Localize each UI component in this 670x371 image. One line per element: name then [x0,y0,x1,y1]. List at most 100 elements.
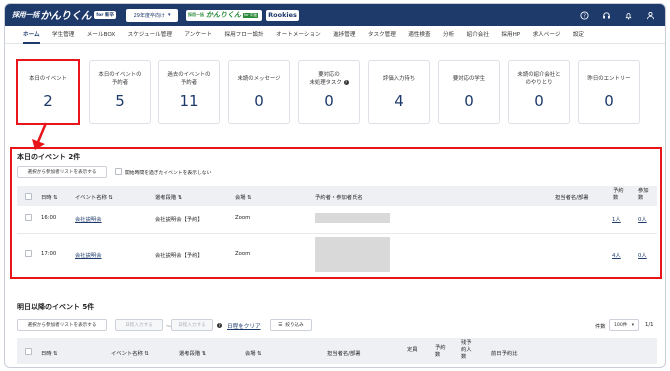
tab-progress[interactable]: 進捗管理 [333,26,355,44]
app-window: 採用一括 かんりくん for 新卒 29年度卒向け ▾ 採用一括 かんりくん f… [4,3,666,368]
sort-icon: ⇅ [53,195,58,201]
row-time: 16:00 [41,215,57,221]
sort-icon: ⇅ [144,351,149,357]
tab-students[interactable]: 学生管理 [52,26,74,44]
col-owner: 担当者名/部署 [327,351,361,357]
sort-icon: ⇅ [201,351,207,357]
col-venue[interactable]: 会場 ⇅ [245,349,262,357]
row-checkbox[interactable] [25,250,32,257]
pager: 1/1 [645,322,654,328]
stat-card-past-reservations[interactable]: 過去のイベントの 予約者 11 [158,60,220,124]
hide-past-label: 開始時間を過ぎたイベントを表示しない [125,171,212,176]
sort-icon: ⇅ [257,351,262,357]
tab-aptitude[interactable]: 適性検査 [408,26,430,44]
event-name-link[interactable]: 会社説明会 [75,215,102,223]
per-page-select[interactable]: 100件 ▾ [609,319,639,331]
tab-home[interactable]: ホーム [23,26,40,44]
row-time: 17:00 [41,251,57,257]
col-participants: 予約者・参加者氏名 [315,195,363,201]
col-capacity: 定員 [407,347,418,353]
tab-mailbox[interactable]: メールBOX [87,26,115,44]
row-stage: 会社説明会【予約】 [155,217,203,223]
rookies-link[interactable]: Rookies [266,9,300,21]
col-date[interactable]: 日時 ⇅ [41,349,58,357]
attended-count-link[interactable]: 0人 [638,251,647,259]
row-venue: Zoom [235,215,251,221]
reserved-count-link[interactable]: 1人 [612,215,621,223]
stat-card-awaiting-evaluation[interactable]: 評価入力待ち 4 [368,60,430,124]
help-icon[interactable]: ? [343,80,349,85]
main-nav: ホーム 学生管理 メールBOX スケジュール管理 アンケート 採用フロー設計 オ… [5,26,665,44]
help-icon[interactable]: ? [217,323,222,328]
clear-dates-link[interactable]: 日程をクリア [227,322,261,330]
stat-card-yesterday-entries[interactable]: 昨日のエントリー 0 [578,60,640,124]
stat-card-unread-messages[interactable]: 未読のメッセージ 0 [228,60,290,124]
support-icon[interactable] [602,11,611,20]
col-venue[interactable]: 会場 ⇅ [235,193,252,201]
tab-analysis[interactable]: 分析 [443,26,454,44]
tab-job-page[interactable]: 求人ページ [533,26,561,44]
stat-card-today-reservations[interactable]: 本日のイベントの 予約者 5 [89,60,151,124]
stat-card-students-action[interactable]: 要対応の学生 0 [438,60,500,124]
col-attended: 参加 数 [638,188,649,201]
tab-automation[interactable]: オートメーション [276,26,321,44]
col-reserved: 予約 数 [613,188,624,201]
filter-icon: ☰ [278,322,283,328]
row-stage: 会社説明会【予約】 [155,253,203,259]
today-table-header: 日時 ⇅ イベント名称 ⇅ 選考段階 ⇅ 会場 ⇅ 予約者・参加者氏名 担当者名… [17,186,657,206]
today-events-title: 本日のイベント 2件 [17,153,81,161]
sort-icon: ⇅ [247,195,252,201]
col-owner: 担当者名/部署 [555,195,589,201]
col-stage[interactable]: 選考段階 ⇅ [179,349,206,357]
stat-card-pending-tasks[interactable]: 要対応の 未処理タスク ? 0 [298,60,360,124]
bell-icon[interactable] [624,11,633,20]
sort-icon: ⇅ [177,195,183,201]
annotation-arrow-icon [32,122,48,150]
event-name-link[interactable]: 会社説明会 [75,251,102,259]
filter-button[interactable]: ☰ 絞り込み [270,319,312,331]
user-icon[interactable] [646,11,655,20]
col-remaining: 残予 約人 数 [461,340,472,360]
year-select[interactable]: 29年度卒向け ▾ [126,8,179,22]
tab-flow-design[interactable]: 採用フロー設計 [224,26,263,44]
chevron-down-icon: ▾ [631,322,634,328]
select-all-checkbox[interactable] [25,348,32,355]
per-page-label: 件数 [595,324,606,330]
select-all-checkbox[interactable] [25,193,32,200]
col-reserved: 予約 数 [435,345,446,358]
redacted-names [315,237,390,272]
upcoming-events-title: 明日以降のイベント 5件 [17,303,95,311]
col-event-name[interactable]: イベント名称 ⇅ [75,193,113,201]
help-icon[interactable]: ? [580,10,589,20]
app-logo[interactable]: 採用一括 かんりくん for 新卒 [12,8,117,23]
row-venue: Zoom [235,251,251,257]
hide-past-checkbox[interactable] [115,168,122,175]
col-date[interactable]: 日時 ⇅ [41,193,58,201]
midcareer-logo-link[interactable]: 採用一括 かんりくん for 中途 [186,9,263,21]
tab-agencies[interactable]: 紹介会社 [467,26,489,44]
tab-settings[interactable]: 設定 [573,26,584,44]
stat-card-agency-unread[interactable]: 未読の紹介会社と のやりとり 0 [508,60,570,124]
col-stage[interactable]: 選考段階 ⇅ [155,193,182,201]
show-participant-list-button[interactable]: 選択から参加者リストを表示する [17,319,107,331]
tab-tasks[interactable]: タスク管理 [368,26,396,44]
row-divider [17,233,657,234]
col-event-name[interactable]: イベント名称 ⇅ [111,349,149,357]
sort-icon: ⇅ [108,195,113,201]
redacted-names [315,213,390,223]
highlight-box-stat [16,59,80,125]
reserved-count-link[interactable]: 4人 [612,251,621,259]
row-checkbox[interactable] [25,214,32,221]
tab-survey[interactable]: アンケート [184,26,212,44]
attended-count-link[interactable]: 0人 [638,215,647,223]
show-participant-list-button[interactable]: 選択から参加者リストを表示する [17,166,107,178]
tab-recruit-hp[interactable]: 採用HP [501,26,520,44]
date-from-input[interactable]: 日程入力する [115,319,163,331]
upcoming-table-header: 日時 ⇅ イベント名称 ⇅ 選考段階 ⇅ 会場 ⇅ 担当者名/部署 定員 予約 … [17,338,657,364]
svg-text:?: ? [583,13,586,19]
sort-icon: ⇅ [53,351,58,357]
top-header: 採用一括 かんりくん for 新卒 29年度卒向け ▾ 採用一括 かんりくん f… [5,4,665,26]
col-prev-day-ratio: 前日予約比 [491,351,518,357]
tab-schedule[interactable]: スケジュール管理 [128,26,172,44]
date-to-input[interactable]: 日程入力する [171,319,213,331]
